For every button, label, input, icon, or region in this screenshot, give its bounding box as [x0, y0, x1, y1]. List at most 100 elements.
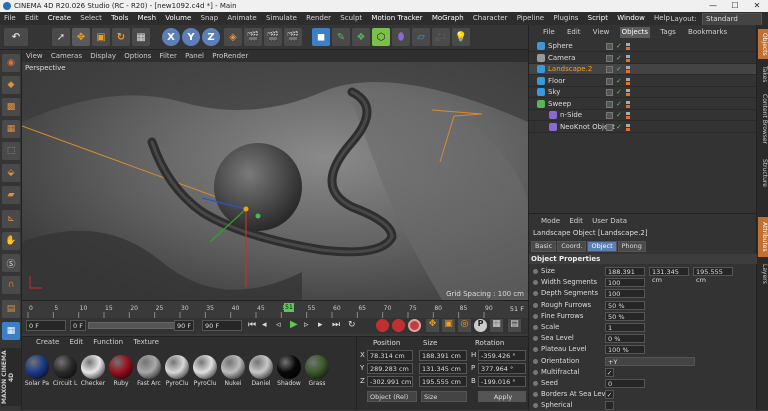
material-swatch[interactable]: Fast Arc: [136, 353, 162, 405]
next-key-icon[interactable]: ▸: [318, 320, 330, 332]
snapping-icon[interactable]: Ⓢ: [2, 254, 20, 272]
objects-menu-tags[interactable]: Tags: [658, 27, 678, 38]
viewport-menu-filter[interactable]: Filter: [160, 52, 177, 60]
recent-tools-icon[interactable]: ▦: [132, 28, 150, 46]
spline-pen-icon[interactable]: ✎: [332, 28, 350, 46]
menu-window[interactable]: Window: [617, 12, 645, 25]
enabled-check-icon[interactable]: ✓: [616, 76, 622, 87]
object-row[interactable]: Sphere ✓: [529, 41, 757, 52]
animate-dot-icon[interactable]: [533, 336, 538, 342]
animate-dot-icon[interactable]: [533, 269, 538, 274]
animate-dot-icon[interactable]: [533, 381, 538, 386]
tweak-mode-icon[interactable]: ✋: [2, 232, 20, 250]
position-x-field[interactable]: 78.314 cm: [367, 350, 413, 361]
property-value-field[interactable]: 195.555 cm: [693, 267, 733, 284]
visibility-dots-icon[interactable]: [626, 100, 630, 108]
animate-dot-icon[interactable]: [533, 325, 538, 330]
material-swatch[interactable]: PyroClu: [192, 353, 218, 405]
property-checkbox[interactable]: [605, 401, 614, 411]
timeline-window-icon[interactable]: ▤: [508, 319, 521, 332]
object-name[interactable]: Sky: [548, 87, 560, 98]
visibility-dots-icon[interactable]: [626, 54, 630, 62]
layer-color-box[interactable]: [606, 77, 613, 85]
scale-key-icon[interactable]: ▣: [442, 319, 455, 332]
y-axis-lock-button[interactable]: Y: [182, 28, 200, 46]
animate-dot-icon[interactable]: [533, 392, 538, 398]
min-frame-field[interactable]: 0 F: [70, 320, 86, 331]
layer-color-box[interactable]: [606, 100, 613, 108]
render-picture-viewer-icon[interactable]: 🎬: [264, 28, 282, 46]
menu-motion-tracker[interactable]: Motion Tracker: [371, 12, 422, 25]
menu-render[interactable]: Render: [306, 12, 331, 25]
current-frame-marker[interactable]: 51: [284, 303, 294, 312]
side-tab-takes[interactable]: Takes: [758, 63, 768, 85]
workplane-mode-icon[interactable]: ▦: [2, 120, 20, 138]
animate-dot-icon[interactable]: [533, 280, 538, 286]
perspective-viewport[interactable]: Perspective Grid Spacing : 100 cm: [22, 62, 528, 300]
size-y-field[interactable]: 131.345 cm: [419, 363, 467, 374]
layer-color-box[interactable]: [606, 54, 613, 62]
axis-handle-green[interactable]: [255, 213, 261, 219]
animate-dot-icon[interactable]: [533, 291, 538, 297]
viewport-menu-options[interactable]: Options: [124, 52, 151, 60]
property-value-field[interactable]: 188.391 cm: [605, 267, 645, 284]
z-axis-lock-button[interactable]: Z: [202, 28, 220, 46]
array-icon[interactable]: ⬡: [372, 28, 390, 46]
property-checkbox[interactable]: ✓: [605, 367, 614, 377]
floor-icon[interactable]: ▱: [412, 28, 430, 46]
object-name[interactable]: Floor: [548, 76, 565, 87]
menu-select[interactable]: Select: [80, 12, 102, 25]
visibility-dots-icon[interactable]: [626, 89, 630, 96]
viewport-layout-icon[interactable]: ▦: [2, 322, 20, 340]
cube-icon[interactable]: ◼: [312, 28, 330, 46]
autokey-icon[interactable]: [392, 319, 405, 332]
material-swatch[interactable]: Daniel: [248, 353, 274, 405]
deformer-icon[interactable]: ⬮: [392, 28, 410, 46]
menu-animate[interactable]: Animate: [227, 12, 256, 25]
minimize-button[interactable]: —: [702, 0, 724, 12]
scale-icon[interactable]: ▣: [92, 28, 110, 46]
material-menu-function[interactable]: Function: [93, 338, 123, 346]
previous-key-icon[interactable]: ◂: [262, 320, 274, 332]
apply-button[interactable]: Apply: [478, 391, 526, 402]
edges-mode-icon[interactable]: ⬙: [2, 164, 20, 182]
go-to-start-icon[interactable]: ⏮: [248, 320, 260, 332]
objects-menu-view[interactable]: View: [591, 27, 612, 38]
enabled-check-icon[interactable]: ✓: [616, 110, 622, 121]
menu-mesh[interactable]: Mesh: [138, 12, 156, 25]
rotation-p-field[interactable]: 377.964 °: [478, 363, 526, 374]
menu-pipeline[interactable]: Pipeline: [517, 12, 544, 25]
object-name[interactable]: Sweep: [548, 99, 571, 110]
record-icon[interactable]: [376, 319, 389, 332]
material-menu-texture[interactable]: Texture: [133, 338, 159, 346]
object-row[interactable]: Sky ✓: [529, 87, 757, 98]
select-arrow-icon[interactable]: ➚: [52, 28, 70, 46]
objects-menu-objects[interactable]: Objects: [619, 27, 651, 38]
material-swatch[interactable]: PyroClu: [164, 353, 190, 405]
layer-color-box[interactable]: [606, 123, 613, 131]
viewport-menu-panel[interactable]: Panel: [185, 52, 204, 60]
axis-mode-icon[interactable]: ⊾: [2, 210, 20, 228]
material-swatch[interactable]: Checker: [80, 353, 106, 405]
end-frame-field[interactable]: 90 F: [202, 320, 242, 331]
undo-icon[interactable]: ↶: [4, 28, 28, 46]
enabled-check-icon[interactable]: ✓: [616, 41, 622, 52]
animate-dot-icon[interactable]: [533, 358, 538, 364]
menu-help[interactable]: Help: [654, 12, 670, 25]
point-level-key-icon[interactable]: ▦: [490, 319, 503, 332]
side-tab-content-browser[interactable]: Content Browser: [758, 89, 768, 149]
light-icon[interactable]: 💡: [452, 28, 470, 46]
object-row[interactable]: Sweep ✓: [529, 99, 757, 110]
tab-phong[interactable]: Phong: [617, 241, 646, 252]
visibility-dots-icon[interactable]: [626, 77, 630, 85]
object-name[interactable]: Camera: [548, 53, 575, 64]
position-key-icon[interactable]: ✥: [426, 319, 439, 332]
menu-mograph[interactable]: MoGraph: [432, 12, 464, 25]
render-settings-icon[interactable]: 🎬: [284, 28, 302, 46]
menu-script[interactable]: Script: [588, 12, 608, 25]
property-value-field[interactable]: 100: [605, 289, 645, 299]
close-button[interactable]: ✕: [746, 0, 768, 12]
position-z-field[interactable]: -302.991 cm: [367, 376, 413, 387]
animate-dot-icon[interactable]: [533, 313, 538, 319]
property-value-field[interactable]: 50 %: [605, 300, 645, 310]
